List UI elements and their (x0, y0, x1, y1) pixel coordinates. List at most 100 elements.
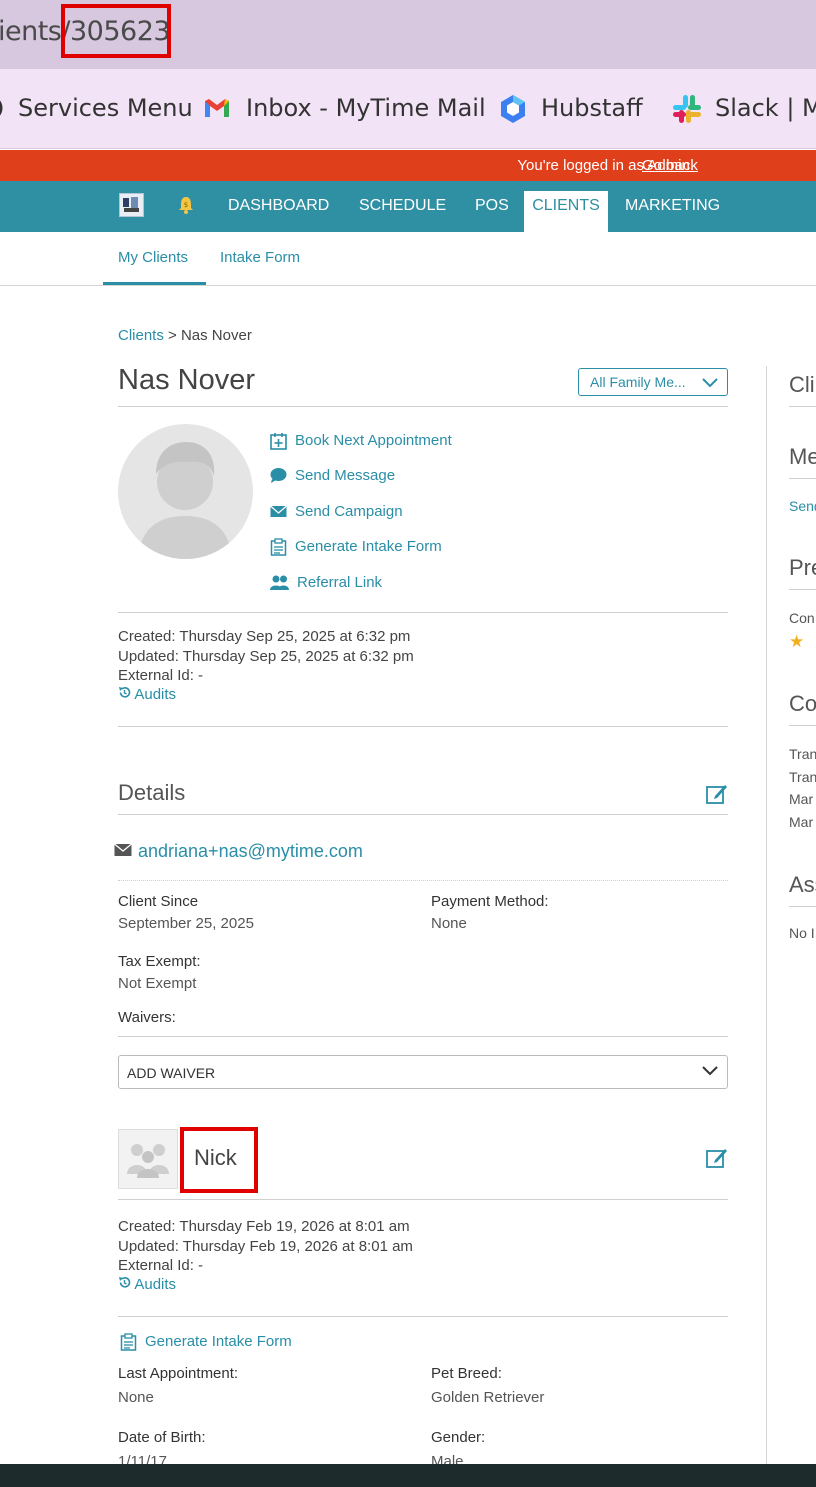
pet-created-date: Created: Thursday Feb 19, 2026 at 8:01 a… (118, 1218, 410, 1235)
right-column-divider (766, 366, 767, 1466)
details-title: Details (118, 780, 186, 805)
action-label: Referral Link (297, 574, 383, 591)
notification-bell-icon[interactable]: $ (178, 196, 194, 214)
chevron-down-icon (701, 376, 719, 392)
client-meta: Created: Thursday Sep 25, 2025 at 6:32 p… (118, 627, 414, 686)
people-icon (270, 574, 289, 591)
clipboard-icon (270, 538, 287, 556)
breadcrumb: Clients > Nas Nover (118, 327, 252, 344)
email-text: andriana+nas@mytime.com (138, 841, 363, 861)
bookmarks-bar: Services Menu Inbox - MyTime Mail Hubsta… (0, 69, 816, 149)
chevron-down-icon (701, 1064, 719, 1081)
envelope-icon (270, 503, 287, 520)
chat-bubble-icon (270, 467, 287, 484)
divider (118, 1199, 728, 1200)
tax-exempt-label: Tax Exempt: (118, 953, 201, 970)
referral-link[interactable]: Referral Link (270, 574, 382, 591)
bookmark-gmail[interactable]: Inbox - MyTime Mail (202, 93, 486, 123)
client-email[interactable]: andriana+nas@mytime.com (114, 841, 363, 862)
divider (789, 406, 816, 407)
bookmark-hubstaff[interactable]: Hubstaff (497, 93, 643, 123)
go-back-link[interactable]: Go back (642, 157, 698, 174)
divider (118, 612, 728, 613)
action-label: Book Next Appointment (295, 432, 452, 449)
divider (118, 406, 728, 407)
right-heading-communications: Co (789, 691, 816, 716)
nav-clients[interactable]: CLIENTS (524, 191, 608, 232)
bookmark-slack[interactable]: Slack | My (671, 93, 816, 123)
divider (789, 725, 816, 726)
send-message-link[interactable]: Send Message (270, 467, 395, 484)
tax-exempt-value: Not Exempt (118, 975, 197, 992)
pet-breed-label: Pet Breed: (431, 1365, 502, 1382)
slack-icon (671, 93, 701, 123)
action-label: Generate Intake Form (145, 1333, 292, 1350)
breadcrumb-clients-link[interactable]: Clients (118, 327, 164, 344)
bottom-bar (0, 1464, 816, 1487)
clipboard-icon (120, 1333, 137, 1351)
right-text: Tran (789, 746, 816, 762)
services-icon (0, 93, 4, 123)
created-date: Created: Thursday Sep 25, 2025 at 6:32 p… (118, 628, 411, 645)
family-select-value: All Family Me... (590, 374, 686, 390)
right-text: No I (789, 925, 815, 941)
pet-breed-value: Golden Retriever (431, 1389, 545, 1406)
divider (118, 726, 728, 727)
breadcrumb-separator: > (168, 327, 177, 344)
client-avatar (118, 424, 253, 559)
history-icon (118, 686, 131, 703)
breadcrumb-current: Nas Nover (180, 327, 252, 344)
pet-generate-intake-form-link[interactable]: Generate Intake Form (120, 1333, 292, 1351)
generate-intake-form-link[interactable]: Generate Intake Form (270, 538, 442, 556)
pet-audits-link[interactable]: Audits (118, 1276, 176, 1293)
bookmark-label: Services Menu (18, 94, 193, 122)
nav-dashboard[interactable]: DASHBOARD (228, 197, 329, 215)
family-member-select[interactable]: All Family Me... (578, 368, 728, 396)
pet-external-id: External Id: - (118, 1257, 204, 1274)
envelope-icon (114, 841, 132, 862)
sub-nav: My Clients Intake Form (0, 232, 816, 286)
edit-pet-icon[interactable] (706, 1147, 728, 1169)
client-since-value: September 25, 2025 (118, 915, 254, 932)
nav-marketing[interactable]: MARKETING (625, 197, 720, 215)
right-heading-associations: Ass (789, 872, 816, 897)
right-heading-preferences: Pre (789, 555, 816, 580)
divider (789, 589, 816, 590)
right-send-link[interactable]: Send (789, 498, 816, 514)
right-text: Con (789, 610, 815, 626)
bookmark-label: Slack | My (715, 94, 816, 122)
highlight-box-url-id (61, 4, 171, 58)
audits-label: Audits (134, 686, 177, 703)
history-icon (118, 1276, 131, 1293)
calendar-plus-icon (270, 432, 287, 450)
payment-method-label: Payment Method: (431, 893, 549, 910)
action-label: Send Message (295, 467, 396, 484)
nav-schedule[interactable]: SCHEDULE (359, 197, 446, 215)
hubstaff-icon (497, 93, 527, 123)
bookmark-services-menu[interactable]: Services Menu (0, 93, 193, 123)
external-id: External Id: - (118, 667, 204, 684)
tab-my-clients[interactable]: My Clients (118, 249, 188, 266)
divider (118, 1036, 728, 1037)
last-appointment-label: Last Appointment: (118, 1365, 239, 1382)
client-since-label: Client Since (118, 893, 199, 910)
edit-details-icon[interactable] (706, 783, 728, 805)
right-heading-messages: Me (789, 444, 816, 469)
waivers-label: Waivers: (118, 1009, 176, 1026)
book-next-appointment-link[interactable]: Book Next Appointment (270, 432, 452, 450)
tab-intake-form[interactable]: Intake Form (220, 249, 300, 266)
gmail-icon (202, 93, 232, 123)
audits-link[interactable]: Audits (118, 686, 176, 703)
right-text: Mar (789, 791, 814, 807)
divider (789, 906, 816, 907)
nav-pos[interactable]: POS (475, 197, 509, 215)
add-waiver-select[interactable]: ADD WAIVER (118, 1055, 728, 1089)
send-campaign-link[interactable]: Send Campaign (270, 503, 403, 520)
admin-bar: You're logged in as Admin. Go back (0, 150, 816, 181)
browser-url-bar[interactable]: ients/305623 (0, 0, 816, 69)
gender-label: Gender: (431, 1429, 486, 1446)
bookmark-label: Inbox - MyTime Mail (246, 94, 486, 122)
svg-text:$: $ (184, 201, 188, 209)
business-logo-icon[interactable] (119, 193, 144, 217)
client-name-title: Nas Nover (118, 364, 255, 396)
